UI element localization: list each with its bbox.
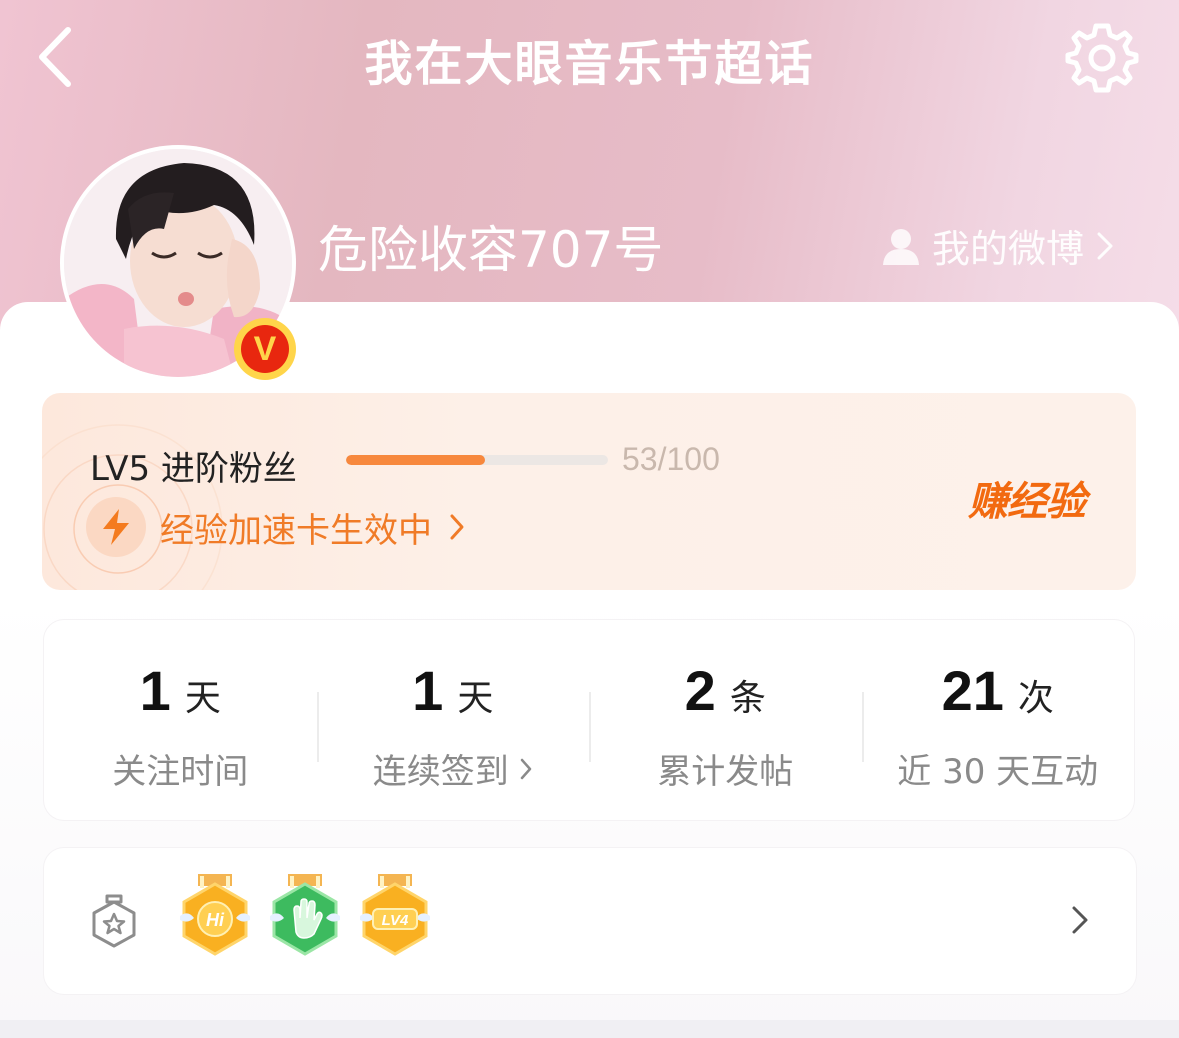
chevron-right-icon [450,514,464,540]
stats-panel: 1 天 关注时间 1 天 连续签到 2 条 累计发帖 21 次 近 30 天互动 [44,620,1134,820]
stat-unit: 天 [184,678,221,719]
username: 危险收容707号 [318,221,664,279]
stat-value: 2 [684,659,716,722]
level-progress-fill [346,455,485,465]
stat-follow-time: 1 天 关注时间 [44,620,317,820]
stat-30day-interactions: 21 次 近 30 天互动 [861,620,1135,820]
my-weibo-label: 我的微博 [932,227,1085,271]
level-progress-text: 53/100 [622,441,720,477]
gear-icon[interactable] [1064,20,1140,96]
svg-text:Hi: Hi [206,910,225,930]
svg-text:LV4: LV4 [382,912,409,929]
hi-medal-icon: Hi [180,874,250,956]
earn-exp-button[interactable]: 赚经验 [968,469,1086,527]
stat-label: 近 30 天互动 [897,752,1099,792]
ripple-decoration [42,424,223,590]
stat-label: 累计发帖 [657,752,794,792]
medal-shelf-icon [92,894,136,948]
stat-checkin-streak[interactable]: 1 天 连续签到 [316,620,590,820]
stat-value: 1 [412,659,444,722]
person-icon [883,228,919,265]
page-title: 我在大眼音乐节超话 [364,36,815,92]
stat-unit: 条 [729,678,766,719]
lv4-medal-icon: LV4 [360,874,430,956]
hand-medal-icon [270,874,340,956]
exp-boost-card-link[interactable]: 经验加速卡生效中 [86,497,466,557]
stat-label: 连续签到 [372,752,509,792]
lightning-icon [86,497,146,557]
level-label: LV5 进阶粉丝 [90,449,297,489]
stat-total-posts: 2 条 累计发帖 [589,620,862,820]
medals-row[interactable]: Hi LV4 [44,848,1136,994]
stat-value: 21 [941,659,1004,722]
stat-value: 1 [139,659,171,722]
chevron-right-icon [1097,232,1113,259]
verified-badge: V [234,318,296,380]
chevron-right-icon [520,758,531,779]
stat-unit: 次 [1017,678,1054,719]
stat-unit: 天 [457,678,494,719]
chevron-right-icon [1072,906,1088,934]
fan-level-card: LV5 进阶粉丝 53/100 经验加速卡生效中 赚经验 [42,393,1136,590]
stat-label: 关注时间 [112,752,249,792]
level-progress-bar [346,455,608,465]
bottom-divider [0,1020,1179,1038]
exp-boost-label: 经验加速卡生效中 [160,510,432,551]
my-weibo-link[interactable]: 我的微博 [880,218,1116,273]
